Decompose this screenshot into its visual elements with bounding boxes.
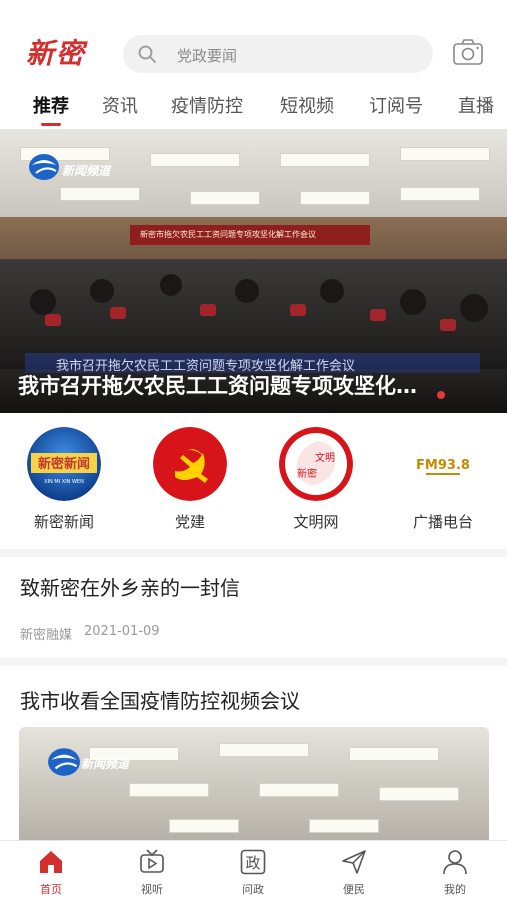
nav-label-services: 便民: [343, 883, 365, 896]
ceiling-light: [190, 191, 260, 205]
entry-label-xinmi-news: 新密新闻: [33, 513, 94, 531]
xinmi-news-icon-sub: XIN MI XIN WEN: [44, 479, 84, 485]
entry-party-building[interactable]: 党建: [140, 427, 240, 537]
entry-civilization[interactable]: 文明 新密 文明网: [266, 427, 366, 537]
nav-services[interactable]: 便民: [314, 847, 394, 899]
tab-epidemic[interactable]: 疫情防控: [171, 92, 243, 118]
active-tab-indicator: [41, 123, 61, 126]
ceiling-light: [400, 147, 490, 161]
carousel-dot[interactable]: [437, 391, 445, 399]
nav-profile[interactable]: 我的: [415, 847, 495, 899]
red-seat: [110, 307, 126, 319]
radio-fm-icon-text: FM93.8: [416, 458, 470, 473]
user-icon: [443, 850, 467, 875]
ceiling-light: [60, 187, 140, 201]
radio-fm-icon: FM93.8: [416, 453, 470, 475]
ceiling-light: [300, 191, 370, 205]
civilization-icon-text-a: 文明: [315, 451, 335, 464]
party-emblem-icon: [153, 427, 227, 501]
nav-label-profile: 我的: [444, 883, 466, 896]
red-seat: [290, 304, 306, 316]
ceiling-light: [379, 787, 459, 801]
red-seat: [440, 319, 456, 331]
person-head: [460, 294, 488, 322]
camera-icon[interactable]: [452, 38, 484, 66]
news-title[interactable]: 致新密在外乡亲的一封信: [20, 572, 240, 601]
ceiling-light: [280, 153, 370, 167]
app-logo: 新密: [26, 37, 87, 70]
channel-logo-icon: [48, 748, 80, 776]
person-head: [30, 289, 56, 315]
bottom-navigation: 首页 视听 政 问政 便民 我的: [0, 840, 507, 900]
nav-label-inquiry: 问政: [242, 883, 264, 896]
ceiling-light: [309, 819, 379, 833]
ceiling-light: [150, 153, 240, 167]
xinmi-news-icon-text: 新密新闻: [38, 456, 90, 472]
ceiling-light: [400, 187, 480, 201]
channel-logo-text: 新闻频道: [62, 164, 111, 178]
app-header: 新密 党政要闻: [0, 0, 507, 80]
person-head: [90, 279, 114, 303]
hero-title: 我市召开拖欠农民工工资问题专项攻坚化…: [18, 374, 417, 398]
search-bar[interactable]: 党政要闻: [123, 35, 433, 73]
news-title[interactable]: 我市收看全国疫情防控视频会议: [20, 685, 300, 714]
ceiling-light: [259, 783, 339, 797]
ceiling-light: [349, 747, 439, 761]
red-seat: [370, 309, 386, 321]
tab-subscription[interactable]: 订阅号: [369, 92, 423, 118]
search-placeholder: 党政要闻: [177, 47, 238, 65]
zheng-icon-text: 政: [245, 854, 260, 872]
tv-icon: [140, 849, 164, 873]
ceiling-light: [169, 819, 239, 833]
tab-live[interactable]: 直播: [458, 92, 494, 118]
entry-label-radio: 广播电台: [412, 513, 473, 531]
person-head: [400, 289, 426, 315]
home-icon: [40, 851, 62, 873]
stage-banner-text: 新密市拖欠农民工工资问题专项攻坚化解工作会议: [140, 230, 316, 239]
nav-media[interactable]: 视听: [112, 847, 192, 899]
section-divider: [0, 658, 507, 666]
civilization-icon: 文明 新密: [279, 427, 353, 501]
entry-label-civilization: 文明网: [293, 513, 339, 531]
send-icon: [342, 850, 366, 874]
nav-label-media: 视听: [141, 883, 163, 896]
entry-label-party: 党建: [174, 513, 205, 531]
news-source: 新密融媒: [20, 628, 73, 643]
zheng-icon: 政: [240, 849, 266, 875]
xinmi-news-icon: 新密新闻 XIN MI XIN WEN: [27, 427, 101, 501]
person-head: [320, 279, 344, 303]
person-head: [160, 274, 182, 296]
tab-news[interactable]: 资讯: [102, 92, 138, 118]
nav-inquiry[interactable]: 政 问政: [213, 847, 293, 899]
tab-short-video[interactable]: 短视频: [280, 92, 334, 118]
channel-logo-text: 新闻频道: [81, 757, 130, 771]
civilization-icon-text-b: 新密: [297, 467, 317, 480]
ceiling-light: [129, 783, 209, 797]
red-seat: [200, 304, 216, 316]
search-icon: [138, 45, 156, 63]
news-date: 2021-01-09: [84, 624, 160, 639]
entry-radio[interactable]: FM93.8 广播电台: [393, 427, 493, 537]
hero-banner[interactable]: 新密市拖欠农民工工资问题专项攻坚化解工作会议 新闻频道 我市召开拖欠农民工工资问…: [0, 129, 507, 413]
person-head: [235, 279, 259, 303]
entry-xinmi-news[interactable]: 新密新闻 XIN MI XIN WEN 新密新闻: [14, 427, 114, 537]
section-divider: [0, 549, 507, 557]
red-seat: [45, 314, 61, 326]
news-thumbnail[interactable]: 新闻频道: [19, 727, 489, 847]
ceiling-light: [219, 743, 309, 757]
nav-home[interactable]: 首页: [11, 847, 91, 899]
channel-tabs: 推荐 资讯 疫情防控 短视频 订阅号 直播: [0, 84, 507, 128]
tab-recommend[interactable]: 推荐: [33, 92, 69, 118]
nav-label-home: 首页: [40, 883, 62, 896]
